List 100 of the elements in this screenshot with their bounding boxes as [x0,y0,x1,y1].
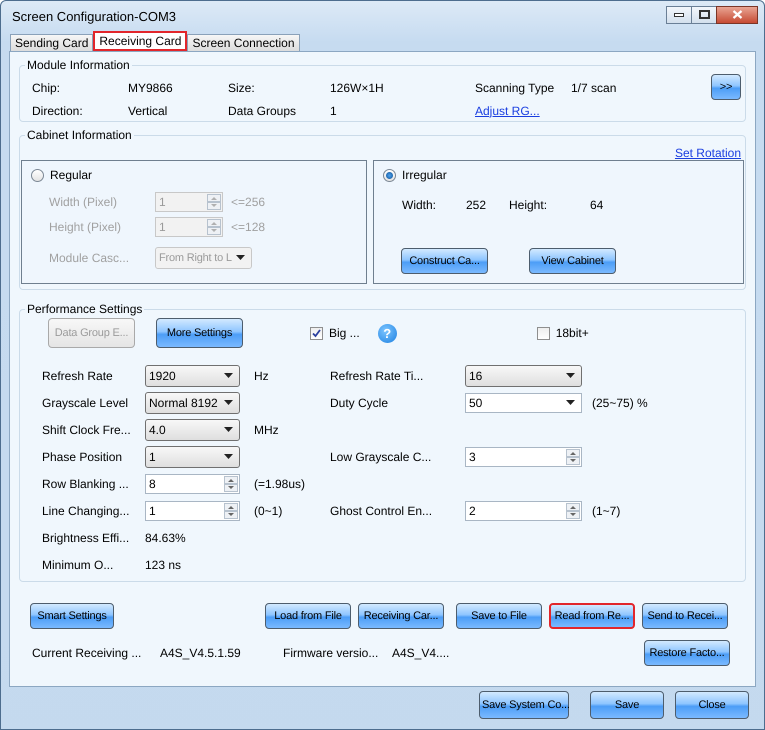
caret-icon [566,400,575,405]
setting-label: Brightness Effi... [42,530,130,544]
checkbox[interactable] [536,326,550,340]
action-button[interactable]: Save to File [456,603,542,629]
dropdown[interactable]: 4.0 [145,418,240,440]
dropdown[interactable]: Normal 8192 [145,392,240,414]
info-label: Firmware versio... [283,646,380,660]
setting-label: Shift Clock Fre... [42,422,132,436]
setting-label: Minimum O... [42,558,114,572]
close-icon [732,10,742,19]
setting-label: Line Changing... [42,504,130,518]
number-field[interactable]: 8 [145,474,240,494]
cabinet-button[interactable]: Construct Ca... [401,248,488,274]
expand-button[interactable]: >> [711,74,741,100]
checkbox-label: 18bit+ [556,326,589,340]
cabinet-button[interactable]: View Cabinet [529,248,616,274]
checkbox-label: Big ... [329,326,360,340]
footer-button[interactable]: Close [675,691,749,719]
value-text: 84.63% [145,530,186,544]
action-button[interactable]: Receiving Car... [358,603,444,629]
dropdown[interactable]: 1 [145,446,240,468]
restore-button[interactable]: Restore Facto... [644,640,730,666]
field-label: Width: [402,198,438,212]
section-title: Module Information [26,58,131,72]
minimize-button[interactable] [666,6,692,24]
field-label: Data Groups [228,104,298,118]
caret-icon [224,400,233,405]
limit-text: <=256 [231,194,266,208]
field-label: Scanning Type [475,80,556,94]
dropdown[interactable]: 16 [465,364,582,386]
close-button[interactable] [716,6,758,24]
field-label: Width (Pixel) [49,194,118,208]
caret-icon [236,255,245,260]
radio-button[interactable] [383,168,396,182]
radio-button[interactable] [31,168,44,182]
maximize-button[interactable] [691,6,717,24]
tab[interactable]: Receiving Card [93,31,188,51]
radio-label: Irregular [402,168,447,182]
setting-label: Low Grayscale C... [330,450,432,464]
caret-icon [224,373,233,378]
action-button[interactable]: Read from Re... [549,603,635,629]
minimize-icon [674,12,684,16]
action-button[interactable]: Load from File [265,603,351,629]
unit-text: Hz [253,368,270,382]
unit-text: MHz [253,422,280,436]
checkbox[interactable] [310,326,323,340]
field-value: MY9866 [128,80,174,94]
number-field[interactable]: 1 [145,500,240,520]
info-label: Current Receiving ... [32,646,142,660]
setting-label: Phase Position [42,450,124,464]
field-label: Chip: [32,80,62,94]
field-value: 1 [330,104,338,118]
field-label: Module Casc... [49,250,130,264]
section-title: Cabinet Information [26,128,133,142]
value-text: 123 ns [145,558,182,572]
unit-text: (=1.98us) [253,476,306,490]
field-label: Direction: [32,104,84,118]
combo-field[interactable]: 50 [465,392,582,412]
tab[interactable]: Screen Connection [187,34,300,51]
maximize-icon [698,10,710,19]
window-title: Screen Configuration-COM3 [12,9,178,24]
smart-settings-button[interactable]: Smart Settings [30,603,114,629]
field-label: Height (Pixel) [49,220,122,234]
settings-button[interactable]: More Settings [156,318,243,348]
caret-icon [224,454,233,459]
spinner-icon[interactable] [566,502,580,518]
field-value: 126W×1H [330,80,385,94]
setting-label: Refresh Rate [42,368,114,382]
setting-label: Duty Cycle [330,396,390,410]
spinner-icon[interactable] [566,448,580,464]
number-field[interactable]: 3 [465,446,582,466]
spinner-icon[interactable] [224,502,238,518]
field-label: Height: [509,198,548,212]
section-title: Performance Settings [26,302,144,316]
action-button[interactable]: Send to Recei... [642,603,728,629]
dropdown[interactable]: 1920 [145,364,240,386]
rotation-link[interactable]: Set Rotation [674,146,741,160]
setting-label: Grayscale Level [42,396,130,410]
setting-label: Refresh Rate Ti... [330,368,424,382]
tab[interactable]: Sending Card [10,34,94,51]
limit-text: <=128 [231,220,266,234]
unit-text: (25~75) % [591,396,649,410]
field-value: 64 [590,198,604,212]
field-value: 1/7 scan [571,80,618,94]
caret-icon [224,427,233,432]
field-value: 252 [466,198,488,212]
radio-label: Regular [50,168,92,182]
setting-label: Ghost Control En... [330,504,434,518]
adjust-link[interactable]: Adjust RG... [475,104,540,118]
footer-button[interactable]: Save [590,691,664,719]
unit-text: (1~7) [591,504,622,518]
spinner-icon[interactable] [224,476,238,492]
setting-label: Row Blanking ... [42,476,130,490]
field-value: Vertical [128,104,168,118]
field-label: Size: [228,80,256,94]
info-value: A4S_V4.5.1.59 [160,646,242,660]
number-field[interactable]: 2 [465,500,582,520]
unit-text: (0~1) [253,504,284,518]
info-value: A4S_V4.... [392,646,450,660]
caret-icon [566,373,575,378]
